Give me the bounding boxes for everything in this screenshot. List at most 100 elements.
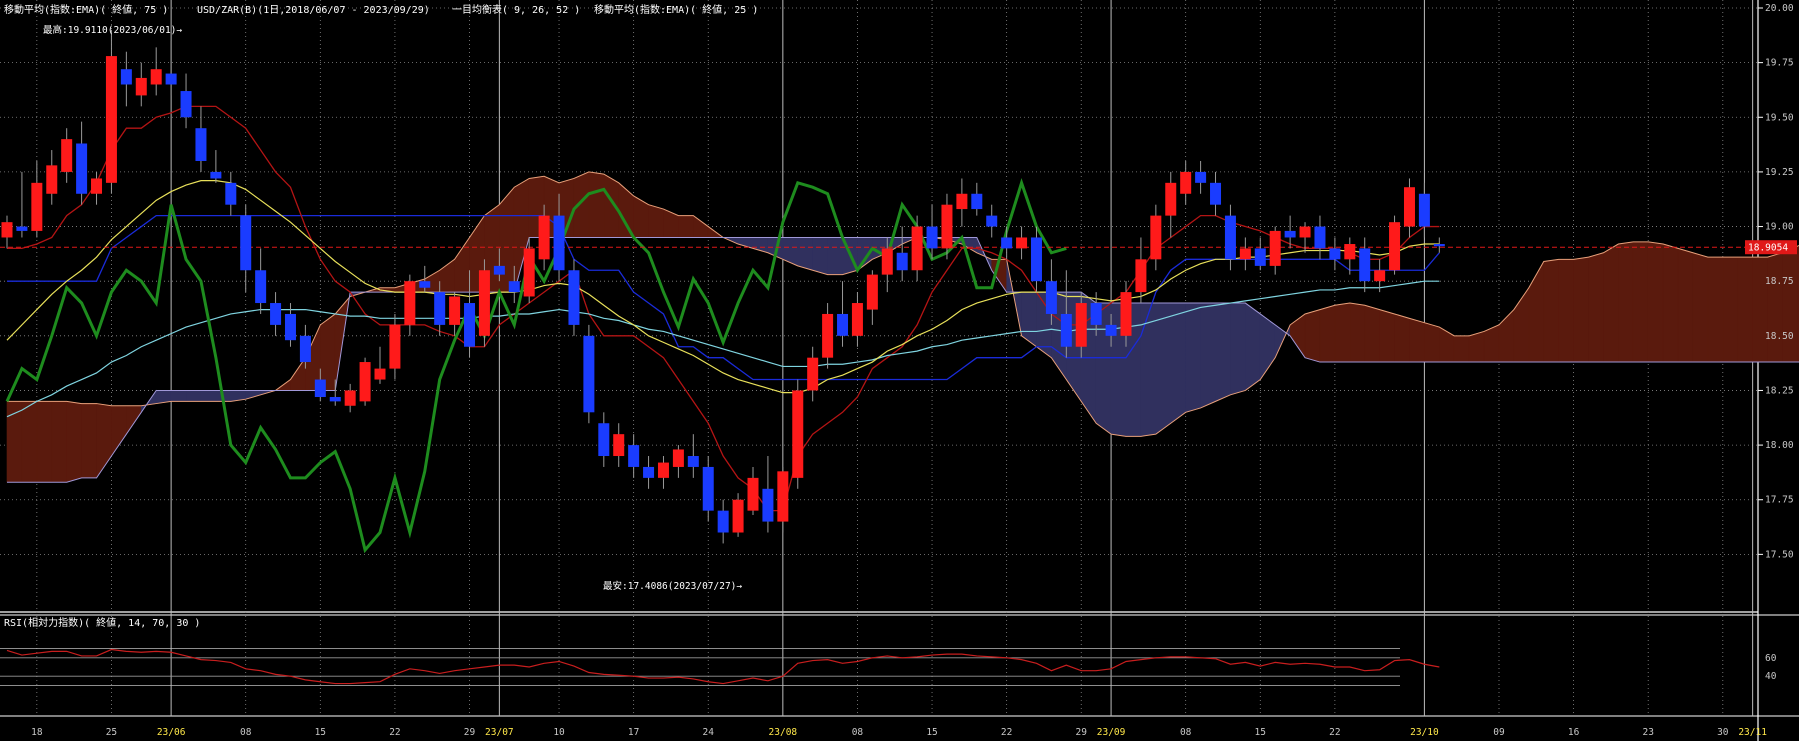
kumo-segment — [111, 405, 127, 457]
x-tick-label: 22 — [1329, 727, 1340, 738]
candle-body — [523, 248, 535, 297]
y-tick-label: 17.50 — [1765, 549, 1794, 560]
candle-body — [314, 379, 326, 398]
candle-body — [91, 178, 103, 194]
candle-body — [1329, 248, 1341, 260]
candle-body — [911, 226, 923, 271]
candle-body — [1001, 237, 1013, 249]
kumo-segment — [499, 186, 515, 293]
kumo-segment — [1662, 243, 1679, 363]
main-grid — [0, 0, 1799, 741]
candle-body — [672, 449, 684, 467]
y-tick-label: 17.75 — [1765, 495, 1794, 506]
candle-body — [881, 248, 893, 275]
x-tick-label: 15 — [1255, 727, 1266, 738]
candle-body — [255, 270, 267, 304]
kumo-segment — [51, 401, 67, 483]
candle-body — [747, 477, 759, 511]
x-tick-label: 23/10 — [1410, 727, 1439, 738]
kumo-segment — [618, 182, 634, 238]
kumo-segment — [1245, 302, 1261, 392]
candle-body — [419, 281, 431, 288]
kumo-segment — [21, 401, 38, 483]
candle-body — [195, 128, 207, 161]
candle-body — [851, 303, 863, 336]
kumo-segment — [1349, 302, 1366, 363]
kumo-segment — [633, 195, 649, 238]
candle-body — [16, 226, 28, 231]
kumo-segment — [1379, 309, 1395, 363]
candle-body — [1403, 187, 1415, 227]
kumo-segment — [812, 237, 828, 276]
kumo-segment — [648, 204, 664, 238]
chart-canvas: 20.00 19.75 19.50 19.25 19.00 18.75 18.50 18.25… — [0, 0, 1799, 741]
candle-body — [344, 390, 356, 406]
y-tick-label: 20.00 — [1765, 3, 1794, 14]
candle-body — [1284, 230, 1296, 238]
candle-body — [598, 423, 610, 457]
candle-body — [1090, 303, 1102, 325]
candle-body — [583, 335, 595, 413]
candle-body — [837, 313, 849, 336]
kumo-segment — [827, 237, 843, 275]
candle-body — [1314, 226, 1326, 249]
candle-body — [777, 471, 789, 522]
kumo-segment — [1170, 302, 1186, 424]
candle-body — [1120, 292, 1132, 336]
x-tick-label: 18 — [31, 727, 43, 738]
candle-body — [210, 171, 222, 179]
x-tick-label: 10 — [553, 727, 565, 738]
candle-body — [359, 362, 371, 402]
candle-body — [792, 390, 804, 478]
kumo-segment — [1752, 256, 1768, 363]
candle-body — [613, 434, 625, 457]
kumo-segment — [588, 171, 605, 238]
kumo-segment — [454, 236, 470, 293]
x-tick-label: 08 — [852, 727, 864, 738]
x-tick-label: 08 — [1180, 727, 1192, 738]
kumo-segment — [1782, 245, 1798, 363]
rsi-panel-label: RSI(相対力指数)( 終値, 14, 70, 30 ) — [4, 616, 200, 629]
candle-body — [538, 215, 550, 260]
x-tick-label: 17 — [628, 727, 639, 738]
candle-body — [1016, 237, 1028, 249]
candle-body — [643, 466, 655, 478]
x-tick-label: 23 — [1642, 727, 1653, 738]
candle-body — [1344, 244, 1356, 260]
kumo-segment — [1737, 256, 1753, 363]
x-tick-label: 29 — [1076, 727, 1088, 738]
candle-body — [1195, 171, 1207, 183]
rsi-line — [6, 648, 1440, 685]
y-tick-label: 18.50 — [1765, 331, 1794, 342]
kumo-segment — [66, 401, 82, 483]
axis-ticks: 20.00 19.75 19.50 19.25 19.00 18.75 18.50 18.25… — [31, 3, 1794, 738]
kumo-segment — [663, 208, 679, 238]
x-tick-label: 15 — [926, 727, 937, 738]
x-tick-label: 15 — [315, 727, 326, 738]
kumo-segment — [678, 215, 694, 238]
candle-body — [61, 139, 73, 172]
candle-body — [971, 193, 983, 210]
header-ema25: 移動平均(指数:EMA)( 終値, 25 ) — [594, 3, 758, 16]
y-tick-label: 19.75 — [1765, 58, 1794, 69]
header-ema75: 移動平均(指数:EMA)( 終値, 75 ) — [4, 3, 168, 16]
candle-body — [105, 56, 117, 183]
kumo-segment — [1215, 302, 1231, 402]
candle-body — [1060, 313, 1072, 347]
header-symbol: USD/ZAR(B)(1日,2018/06/07 - 2023/09/29) — [197, 5, 430, 16]
candle-body — [1239, 248, 1251, 260]
candle-body — [1075, 303, 1087, 347]
kumo-segment — [1304, 309, 1321, 363]
candle-body — [389, 324, 401, 369]
candle-body — [374, 368, 386, 380]
candle-body — [493, 265, 505, 275]
kumo-segment — [1588, 252, 1604, 363]
kumo-segment — [1453, 335, 1470, 363]
candle-body — [135, 77, 147, 96]
kumo-segment — [797, 237, 813, 271]
kumo-segment — [1439, 326, 1455, 363]
candle-body — [926, 226, 938, 249]
kumo-segment — [1677, 247, 1694, 363]
candle-body — [1180, 171, 1192, 194]
candle-body — [1359, 248, 1371, 282]
